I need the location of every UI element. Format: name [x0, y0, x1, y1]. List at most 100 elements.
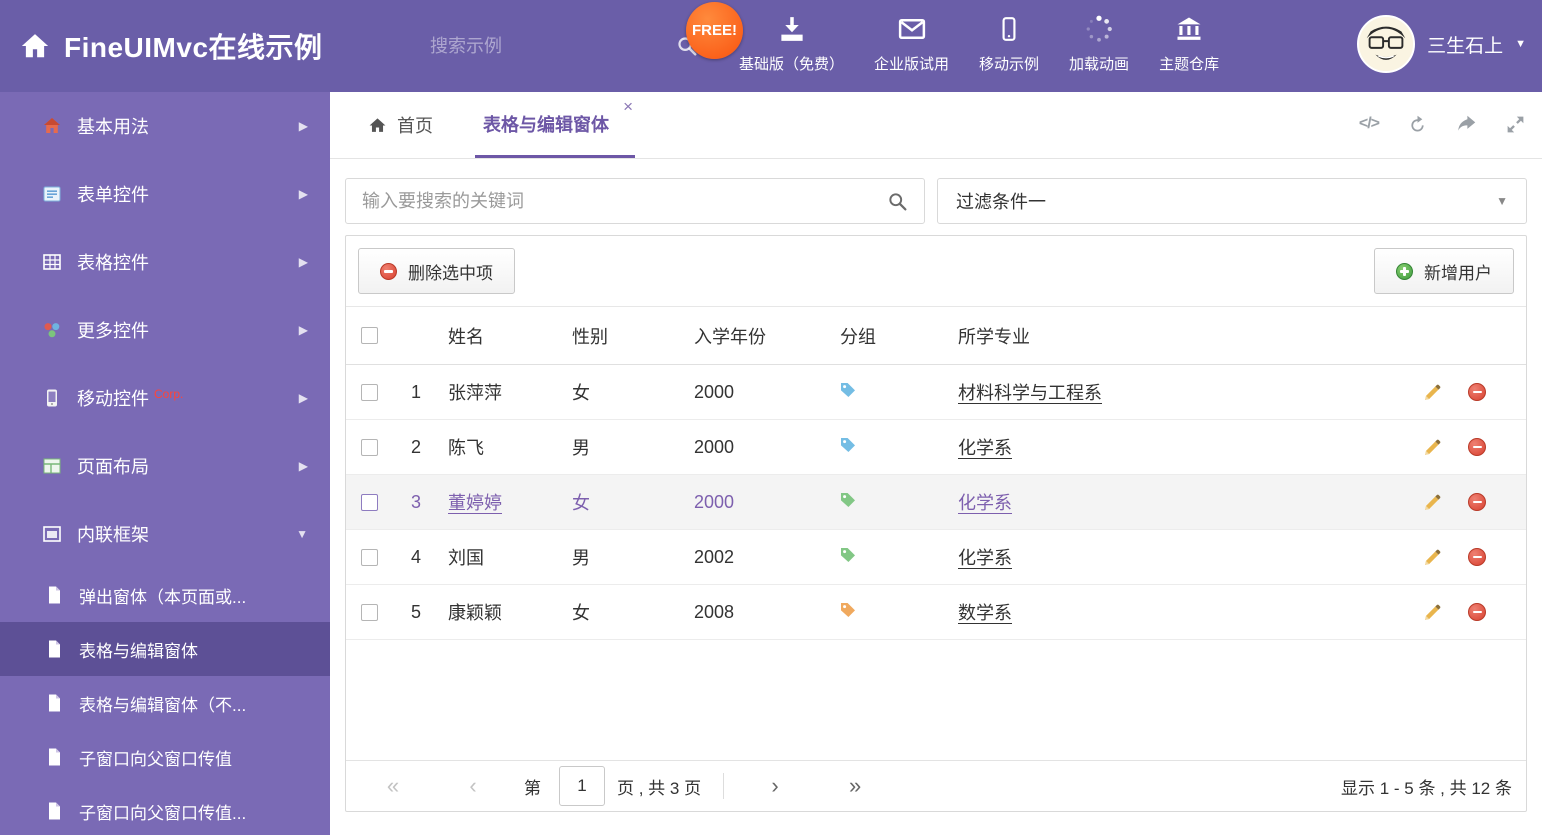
nav-label: 基础版（免费）	[739, 56, 845, 73]
sidebar-item-basic-usage[interactable]: 基本用法 ▶	[0, 92, 330, 160]
column-header-major: 所学专业	[958, 326, 1030, 347]
major-link[interactable]: 数学系	[958, 603, 1012, 623]
page-total-label: 页 , 共 3 页	[617, 778, 702, 798]
keyword-search-input[interactable]	[346, 190, 870, 212]
delete-icon[interactable]	[1468, 548, 1486, 566]
add-user-button[interactable]: 新增用户	[1374, 248, 1514, 294]
table-row[interactable]: 2 陈飞 男 2000 化学系	[346, 420, 1526, 475]
edit-icon[interactable]	[1423, 438, 1442, 457]
cell-year: 2000	[694, 491, 735, 512]
tag-icon	[840, 492, 856, 508]
select-all-checkbox[interactable]	[361, 327, 378, 344]
sidebar-subitem-label: 子窗口向父窗口传值	[79, 749, 232, 769]
cell-index: 1	[410, 381, 421, 402]
nav-item-enterprise-trial[interactable]: 企业版试用	[859, 8, 964, 74]
table-row[interactable]: 5 康颖颖 女 2008 数学系	[346, 585, 1526, 640]
tab-grid-edit-window[interactable]: 表格与编辑窗体 ×	[475, 92, 635, 158]
major-link[interactable]: 材料科学与工程系	[958, 383, 1102, 403]
page-number-input[interactable]	[559, 766, 605, 806]
add-user-label: 新增用户	[1424, 263, 1492, 283]
tag-icon	[840, 547, 856, 563]
table-icon	[42, 252, 62, 272]
bank-icon	[1173, 8, 1205, 44]
sidebar-item-label: 内联框架	[77, 525, 149, 545]
envelope-icon	[896, 8, 928, 44]
sidebar-subitem-label: 子窗口向父窗口传值...	[79, 803, 247, 823]
brand-logo[interactable]: FineUIMvc在线示例	[20, 0, 323, 92]
filter-dropdown-value: 过滤条件一	[956, 192, 1046, 212]
sidebar-subitem-grid-edit-window-no[interactable]: 表格与编辑窗体（不...	[0, 676, 330, 730]
edit-icon[interactable]	[1423, 548, 1442, 567]
close-icon[interactable]: ×	[623, 98, 633, 115]
row-checkbox[interactable]	[361, 548, 378, 566]
app-window: FineUIMvc在线示例 FREE! 基础版（免费） 企业版试用	[0, 0, 1542, 835]
edit-icon[interactable]	[1423, 603, 1442, 622]
user-name: 三生石上	[1427, 35, 1504, 57]
share-icon[interactable]	[1456, 114, 1477, 135]
nav-item-basic-edition[interactable]: 基础版（免费）	[724, 8, 859, 74]
next-page-button[interactable]: ›	[746, 775, 804, 797]
sidebar-item-more-controls[interactable]: 更多控件 ▶	[0, 296, 330, 364]
header-search-input[interactable]	[430, 35, 662, 57]
tab-tools: </>	[1359, 92, 1526, 156]
tab-label: 表格与编辑窗体	[483, 114, 609, 135]
table-row[interactable]: 1 张萍萍 女 2000 材料科学与工程系	[346, 365, 1526, 420]
row-checkbox[interactable]	[361, 603, 378, 621]
major-link[interactable]: 化学系	[958, 438, 1012, 458]
prev-page-button[interactable]: ‹	[444, 775, 502, 797]
home-icon	[369, 117, 386, 132]
cell-index: 3	[410, 491, 421, 512]
sidebar-subitem-label: 表格与编辑窗体（不...	[79, 695, 247, 715]
sidebar-item-label: 更多控件	[77, 321, 149, 341]
tab-home[interactable]: 首页	[360, 92, 441, 158]
filter-dropdown[interactable]: 过滤条件一 ▼	[937, 178, 1527, 224]
minus-circle-icon	[380, 262, 397, 280]
view-source-icon[interactable]: </>	[1359, 115, 1380, 133]
delete-icon[interactable]	[1468, 603, 1486, 621]
sidebar-subitem-grid-edit-window[interactable]: 表格与编辑窗体	[0, 622, 330, 676]
delete-icon[interactable]	[1468, 383, 1486, 401]
table-row[interactable]: 4 刘国 男 2002 化学系	[346, 530, 1526, 585]
edit-icon[interactable]	[1423, 383, 1442, 402]
refresh-icon[interactable]	[1407, 114, 1428, 135]
home-icon	[20, 31, 50, 61]
delete-icon[interactable]	[1468, 493, 1486, 511]
first-page-button[interactable]: «	[364, 775, 422, 797]
expand-icon[interactable]	[1505, 114, 1526, 135]
nav-label: 移动示例	[979, 56, 1040, 73]
row-checkbox[interactable]	[361, 438, 378, 456]
sidebar-item-page-layout[interactable]: 页面布局 ▶	[0, 432, 330, 500]
sidebar-item-mobile-controls[interactable]: 移动控件 Corp. ▶	[0, 364, 330, 432]
tab-label: 首页	[397, 116, 433, 136]
mobile-icon	[996, 8, 1022, 44]
filter-row: 过滤条件一 ▼	[345, 178, 1527, 224]
major-link[interactable]: 化学系	[958, 493, 1012, 513]
row-checkbox[interactable]	[361, 493, 378, 511]
sidebar-subitem-label: 表格与编辑窗体	[79, 641, 198, 661]
sidebar-item-inline-frame[interactable]: 内联框架 ▼	[0, 500, 330, 568]
nav-item-loading-animation[interactable]: 加载动画	[1054, 8, 1144, 74]
search-icon[interactable]	[870, 179, 924, 223]
sidebar-item-grid-controls[interactable]: 表格控件 ▶	[0, 228, 330, 296]
sidebar-item-form-controls[interactable]: 表单控件 ▶	[0, 160, 330, 228]
table-row[interactable]: 3 董婷婷 女 2000 化学系	[346, 475, 1526, 530]
sidebar-subitem-child-to-parent[interactable]: 子窗口向父窗口传值	[0, 730, 330, 784]
user-menu[interactable]: 三生石上 ▼	[1357, 15, 1526, 73]
cell-gender: 女	[572, 383, 590, 403]
delete-icon[interactable]	[1468, 438, 1486, 456]
sidebar-subitem-popup-window[interactable]: 弹出窗体（本页面或...	[0, 568, 330, 622]
nav-item-theme-repo[interactable]: 主题仓库	[1144, 8, 1234, 74]
sidebar-item-label: 移动控件	[77, 389, 149, 409]
sidebar-subitem-child-to-parent-2[interactable]: 子窗口向父窗口传值...	[0, 784, 330, 835]
top-header: FineUIMvc在线示例 FREE! 基础版（免费） 企业版试用	[0, 0, 1542, 92]
table-header-row: 姓名 性别 入学年份 分组 所学专业	[346, 306, 1526, 365]
edit-icon[interactable]	[1423, 493, 1442, 512]
last-page-button[interactable]: »	[826, 775, 884, 797]
tab-bar: 首页 表格与编辑窗体 × </>	[330, 92, 1542, 159]
column-header-name: 姓名	[448, 326, 484, 347]
app-title: FineUIMvc在线示例	[64, 32, 323, 63]
nav-item-mobile-demo[interactable]: 移动示例	[964, 8, 1054, 74]
delete-selected-button[interactable]: 删除选中项	[358, 248, 515, 294]
row-checkbox[interactable]	[361, 383, 378, 401]
major-link[interactable]: 化学系	[958, 548, 1012, 568]
